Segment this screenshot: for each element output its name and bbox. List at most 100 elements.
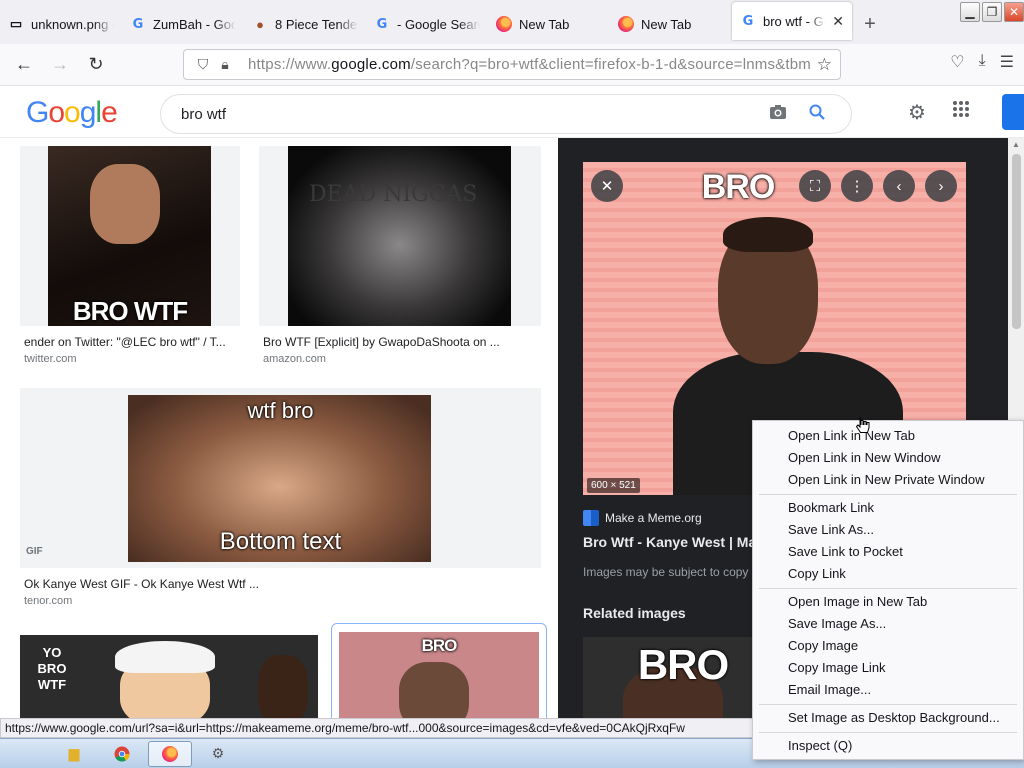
menu-save-link-as[interactable]: Save Link As...: [753, 519, 1023, 541]
menu-set-desktop-background[interactable]: Set Image as Desktop Background...: [753, 707, 1023, 729]
result-thumbnail[interactable]: wtf bro Bottom text GIF: [20, 388, 541, 568]
result-card-selected[interactable]: BRO: [331, 623, 547, 718]
result-source[interactable]: tenor.com: [24, 595, 72, 607]
tab-google-search[interactable]: G - Google Search: [366, 4, 488, 44]
tab-title: bro wtf - Google: [763, 13, 825, 29]
tab-new-tab-1[interactable]: New Tab: [488, 4, 610, 44]
menu-email-image[interactable]: Email Image...: [753, 679, 1023, 701]
search-box[interactable]: bro wtf: [160, 94, 852, 134]
tab-title: New Tab: [641, 16, 692, 32]
sign-in-button[interactable]: [1002, 94, 1024, 130]
menu-separator: [759, 732, 1017, 733]
scrollbar-thumb[interactable]: [1012, 154, 1021, 329]
close-preview-icon[interactable]: ✕: [591, 170, 623, 202]
settings-gear-icon[interactable]: ⚙: [908, 100, 926, 125]
meme-caption: BRO: [421, 636, 458, 655]
menu-copy-link[interactable]: Copy Link: [753, 563, 1023, 585]
result-title[interactable]: Bro WTF [Explicit] by GwapoDaShoota on .…: [263, 335, 500, 349]
previous-image-icon[interactable]: ‹: [883, 170, 915, 202]
context-menu: Open Link in New Tab Open Link in New Wi…: [752, 420, 1024, 760]
image-dimensions: 600 × 521: [587, 478, 640, 493]
tab-new-tab-2[interactable]: New Tab: [610, 4, 732, 44]
chrome-icon[interactable]: [100, 741, 144, 767]
apps-grid-icon[interactable]: [952, 100, 970, 125]
result-card[interactable]: BRO WTF ender on Twitter: "@LEC bro wtf"…: [20, 146, 240, 368]
back-button[interactable]: ←: [6, 49, 42, 81]
next-image-icon[interactable]: ›: [925, 170, 957, 202]
gif-badge: GIF: [26, 546, 43, 557]
forward-button[interactable]: →: [42, 49, 78, 81]
source-favicon-icon: [583, 510, 599, 526]
result-thumbnail[interactable]: DEAD NIGGAS: [259, 146, 541, 326]
pocket-icon[interactable]: ♡: [950, 52, 964, 72]
result-title[interactable]: Ok Kanye West GIF - Ok Kanye West Wtf ..…: [24, 577, 259, 591]
menu-open-image-new-tab[interactable]: Open Image in New Tab: [753, 591, 1023, 613]
menu-inspect[interactable]: Inspect (Q): [753, 735, 1023, 757]
google-logo[interactable]: Google: [26, 96, 118, 130]
menu-icon[interactable]: ☰: [1000, 52, 1014, 72]
related-images-heading: Related images: [583, 605, 686, 621]
preview-title[interactable]: Bro Wtf - Kanye West | Ma: [583, 534, 756, 550]
result-card[interactable]: DEAD NIGGAS Bro WTF [Explicit] by GwapoD…: [259, 146, 541, 368]
search-input[interactable]: bro wtf: [181, 106, 769, 123]
source-row[interactable]: Make a Meme.org: [583, 510, 702, 526]
file-explorer-icon[interactable]: ▆: [52, 741, 96, 767]
result-title[interactable]: ender on Twitter: "@LEC bro wtf" / T...: [24, 335, 226, 349]
close-tab-icon[interactable]: ✕: [832, 13, 844, 30]
tracking-protection-icon[interactable]: ⛉: [192, 56, 214, 73]
settings-app-icon[interactable]: ⚙: [196, 741, 240, 767]
tab-title: - Google Search: [397, 16, 480, 32]
menu-copy-image[interactable]: Copy Image: [753, 635, 1023, 657]
url-text[interactable]: https://www.google.com/search?q=bro+wtf&…: [248, 56, 817, 73]
meme-top-text: wtf bro: [247, 398, 314, 423]
google-header: Google bro wtf ⚙: [0, 86, 1024, 138]
restore-icon[interactable]: ❐: [982, 2, 1002, 22]
visual-search-icon[interactable]: ⛶: [799, 170, 831, 202]
firefox-taskbar-icon[interactable]: [148, 740, 192, 767]
meme-bottom-text: Bottom text: [219, 528, 342, 555]
firefox-icon: [618, 16, 634, 32]
image-results: BRO WTF ender on Twitter: "@LEC bro wtf"…: [0, 138, 558, 718]
tab-title: ZumBah - Google: [153, 16, 236, 32]
result-thumbnail[interactable]: BRO: [339, 632, 539, 718]
menu-save-image-as[interactable]: Save Image As...: [753, 613, 1023, 635]
result-card[interactable]: wtf bro Bottom text GIF Ok Kanye West GI…: [20, 388, 541, 610]
menu-separator: [759, 704, 1017, 705]
result-card[interactable]: YO BRO WTF: [20, 635, 318, 718]
close-window-icon[interactable]: ✕: [1004, 2, 1024, 22]
copyright-notice: Images may be subject to copy: [583, 565, 749, 579]
menu-save-link-pocket[interactable]: Save Link to Pocket: [753, 541, 1023, 563]
downloads-icon[interactable]: ⤓: [979, 52, 986, 72]
lock-icon[interactable]: 🔒︎: [214, 56, 236, 73]
source-name[interactable]: Make a Meme.org: [605, 511, 702, 525]
menu-bookmark-link[interactable]: Bookmark Link: [753, 497, 1023, 519]
result-source[interactable]: amazon.com: [263, 353, 326, 365]
result-thumbnail[interactable]: BRO WTF: [20, 146, 240, 326]
menu-copy-image-link[interactable]: Copy Image Link: [753, 657, 1023, 679]
tab-unknown-png[interactable]: ▭ unknown.png (PNG: [0, 4, 122, 44]
address-bar[interactable]: ⛉ 🔒︎ https://www.google.com/search?q=bro…: [183, 49, 841, 80]
scroll-up-icon[interactable]: ▲: [1012, 140, 1020, 149]
preview-meme-text: BRO: [701, 168, 776, 206]
search-icon[interactable]: [809, 104, 831, 125]
link-status-bar: https://www.google.com/url?sa=i&url=http…: [0, 718, 760, 738]
bookmark-star-icon[interactable]: ☆: [817, 55, 832, 75]
menu-open-link-private-window[interactable]: Open Link in New Private Window: [753, 469, 1023, 491]
tab-zumbah[interactable]: G ZumBah - Google: [122, 4, 244, 44]
meme-caption: YO BRO WTF: [37, 645, 67, 692]
menu-open-link-new-window[interactable]: Open Link in New Window: [753, 447, 1023, 469]
minimize-icon[interactable]: ▁: [960, 2, 980, 22]
tab-bro-wtf[interactable]: G bro wtf - Google ✕: [732, 2, 852, 40]
camera-icon[interactable]: [769, 104, 791, 125]
window-controls: ▁ ❐ ✕: [960, 2, 1024, 22]
tab-tender[interactable]: ● 8 Piece Tender: [244, 4, 366, 44]
tab-title: 8 Piece Tender: [275, 16, 358, 32]
new-tab-button[interactable]: +: [852, 4, 888, 44]
result-thumbnail[interactable]: YO BRO WTF: [20, 635, 318, 718]
menu-open-link-new-tab[interactable]: Open Link in New Tab: [753, 425, 1023, 447]
firefox-icon: [496, 16, 512, 32]
google-icon: G: [376, 16, 388, 32]
reload-button[interactable]: ↻: [78, 49, 114, 81]
more-options-icon[interactable]: ⋮: [841, 170, 873, 202]
result-source[interactable]: twitter.com: [24, 353, 77, 365]
